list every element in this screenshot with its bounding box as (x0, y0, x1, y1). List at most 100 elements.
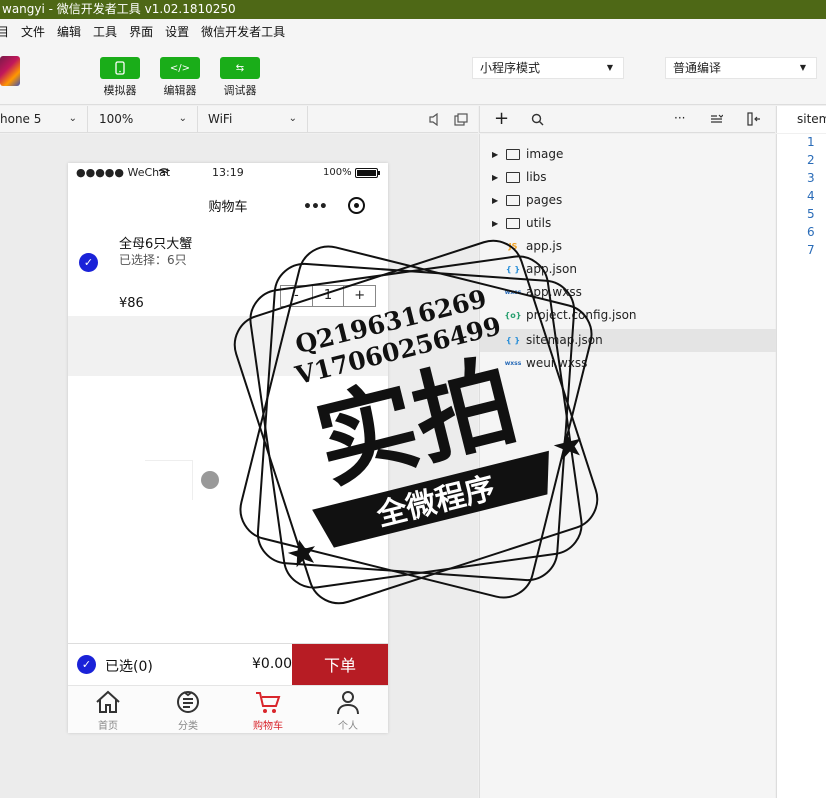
editor-label: 编辑器 (163, 84, 197, 97)
compile-select[interactable]: 普通编译 ▼ (665, 57, 817, 79)
category-icon (177, 691, 199, 713)
status-time: 13:19 (212, 166, 244, 179)
chevron-right-icon: ▶ (492, 196, 499, 205)
menu-item-devtools[interactable]: 微信开发者工具 (201, 23, 285, 40)
network-select-value: WiFi (208, 112, 233, 126)
home-icon (96, 690, 120, 713)
quantity-stepper: - 1 + (280, 285, 376, 307)
search-icon[interactable] (531, 113, 544, 126)
folder-icon (506, 172, 520, 183)
placeholder-box (145, 460, 193, 500)
editor-tab-sitemap[interactable]: sitemap (776, 106, 826, 133)
menu-item-file[interactable]: 文件 (21, 23, 45, 40)
line-number: 6 (807, 225, 815, 239)
folder-icon (506, 149, 520, 160)
item-selection: 已选择：6只 (119, 253, 187, 267)
tree-item-label: sitemap.json (526, 333, 603, 347)
more-dots-icon[interactable]: ••• (303, 199, 328, 215)
chevron-right-icon: ▶ (492, 173, 499, 182)
phone-status-bar: ●●●●● WeChat 13:19 100% (68, 163, 388, 183)
order-button[interactable]: 下单 (292, 644, 388, 686)
debug-icon: ⇆ (235, 63, 245, 74)
floating-dot[interactable] (201, 471, 219, 489)
item-price: ¥86 (119, 296, 144, 311)
collapse-all-icon[interactable] (710, 114, 723, 124)
debugger-label: 调试器 (223, 84, 257, 97)
menu-bar: 目 文件 编辑 工具 界面 设置 微信开发者工具 (0, 19, 826, 43)
line-number: 5 (807, 207, 815, 221)
js-file-icon: JS (508, 242, 518, 251)
tree-file-app-js[interactable]: JS app.js (480, 235, 776, 258)
menu-item-view[interactable]: 界面 (129, 23, 153, 40)
window-popout-icon[interactable] (454, 113, 468, 126)
select-all-checkbox[interactable]: ✓ (77, 655, 96, 674)
mode-select[interactable]: 小程序模式 ▼ (472, 57, 624, 79)
tree-folder-pages[interactable]: ▶ pages (480, 189, 776, 212)
tab-category[interactable]: 分类 (148, 686, 228, 733)
file-tree-toolbar: + ··· (479, 106, 775, 133)
line-number: 7 (807, 243, 815, 257)
menu-item-project[interactable]: 目 (0, 23, 9, 40)
phone-screen: ●●●●● WeChat 13:19 100% 购物车 ••• ✓ 全母6只大蟹… (68, 163, 388, 733)
tree-item-label: project.config.json (526, 308, 637, 322)
tree-file-project-config[interactable]: {o} project.config.json (480, 304, 776, 327)
toggle-panel-icon[interactable] (747, 112, 761, 126)
tab-home[interactable]: 首页 (68, 686, 148, 733)
code-editor[interactable]: 1 2 3 4 5 6 7 (776, 134, 826, 798)
line-number: 3 (807, 171, 815, 185)
folder-icon (506, 195, 520, 206)
json-file-icon: { } (505, 336, 521, 345)
zoom-select[interactable]: 100% ⌄ (88, 106, 198, 133)
tab-home-label: 首页 (98, 721, 118, 732)
editor-button[interactable]: </> (160, 57, 200, 79)
tab-cart[interactable]: 购物车 (228, 686, 308, 733)
menu-item-tools[interactable]: 工具 (93, 23, 117, 40)
more-icon[interactable]: ··· (674, 111, 685, 125)
network-select[interactable]: WiFi ⌄ (198, 106, 308, 133)
item-checkbox[interactable]: ✓ (79, 253, 98, 272)
simulator-label: 模拟器 (103, 84, 137, 97)
main-toolbar: 模拟器 </> 编辑器 ⇆ 调试器 小程序模式 ▼ 普通编译 ▼ (0, 43, 826, 105)
qty-value[interactable]: 1 (311, 286, 344, 306)
line-number: 4 (807, 189, 815, 203)
tree-file-weui-wxss[interactable]: wxss weui.wxss (480, 352, 776, 375)
wxss-file-icon: wxss (504, 360, 522, 367)
page-title: 购物车 (208, 200, 248, 215)
mode-select-value: 小程序模式 (480, 61, 541, 75)
phone-icon (115, 61, 125, 75)
tree-folder-utils[interactable]: ▶ utils (480, 212, 776, 235)
tree-folder-libs[interactable]: ▶ libs (480, 166, 776, 189)
device-toolbar: hone 5 ⌄ 100% ⌄ WiFi ⌄ (0, 106, 478, 133)
item-divider-band (68, 316, 388, 376)
tree-item-label: app.js (526, 239, 562, 253)
person-icon (337, 691, 359, 715)
window-title: wangyi - 微信开发者工具 v1.02.1810250 (2, 2, 236, 16)
chevron-right-icon: ▶ (492, 150, 499, 159)
caret-down-icon: ▼ (799, 63, 806, 72)
close-capsule-icon[interactable] (348, 197, 365, 214)
menu-item-settings[interactable]: 设置 (165, 23, 189, 40)
qty-plus-button[interactable]: + (343, 286, 375, 306)
qty-minus-button[interactable]: - (281, 286, 312, 306)
tab-profile[interactable]: 个人 (308, 686, 388, 733)
avatar[interactable] (0, 56, 20, 86)
speaker-icon[interactable] (428, 113, 440, 126)
code-icon: </> (169, 63, 191, 74)
total-price: ¥0.00 (252, 656, 293, 672)
tree-file-app-wxss[interactable]: wxss app.wxss (480, 281, 776, 304)
device-select[interactable]: hone 5 ⌄ (0, 106, 88, 133)
debugger-button[interactable]: ⇆ (220, 57, 260, 79)
cart-icon (256, 692, 281, 713)
select-all-label: 已选(0) (105, 659, 153, 675)
tree-file-sitemap-json[interactable]: { } sitemap.json (480, 329, 776, 352)
device-select-value: hone 5 (0, 112, 42, 126)
chevron-down-icon: ⌄ (68, 113, 77, 124)
tree-folder-image[interactable]: ▶ image (480, 143, 776, 166)
tree-file-app-json[interactable]: { } app.json (480, 258, 776, 281)
menu-item-edit[interactable]: 编辑 (57, 23, 81, 40)
simulator-button[interactable] (100, 57, 140, 79)
config-file-icon: {o} (504, 311, 522, 320)
add-icon[interactable]: + (494, 107, 509, 131)
tree-item-label: app.wxss (526, 285, 582, 299)
zoom-select-value: 100% (99, 112, 134, 126)
